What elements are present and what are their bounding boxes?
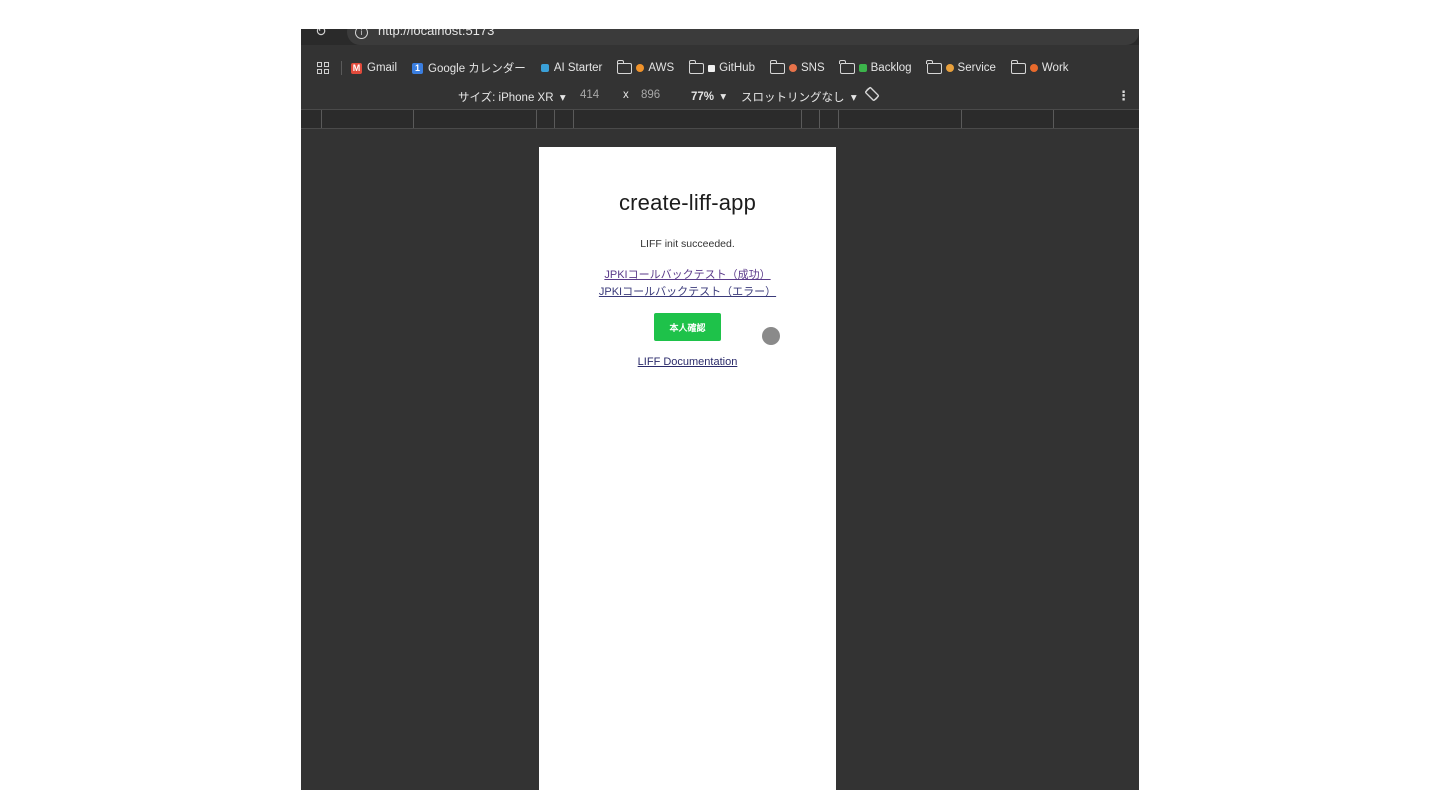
folder-icon [617,59,633,74]
folder-icon [1010,59,1026,74]
ai-starter-icon [540,64,549,72]
address-bar: ↻ i http://localhost:5173 [301,29,1139,45]
gmail-icon: M [351,62,362,74]
rainbow-icon [945,64,954,72]
bookmark-google-calendar[interactable]: 1 Google カレンダー [412,60,526,76]
chevron-down-icon: ▾ [847,92,857,104]
chevron-down-icon: ▾ [717,91,727,103]
calendar-icon: 1 [412,62,424,74]
bookmark-folder-aws[interactable]: AWS [617,59,675,74]
bookmarks-bar: M Gmail 1 Google カレンダー AI Starter AWS Gi… [301,55,1139,81]
identity-verification-button[interactable]: 本人確認 [654,313,721,341]
reload-icon[interactable]: ↻ [315,29,327,40]
bookmarks-divider [341,61,342,75]
liff-documentation-link[interactable]: LIFF Documentation [539,356,836,368]
folder-icon [769,59,785,74]
bookmark-folder-github[interactable]: GitHub [688,59,755,74]
width-input[interactable]: 414 [580,89,599,101]
check-box-icon [858,64,867,72]
device-select[interactable]: サイズ: iPhone XR ▾ [458,89,566,105]
page-title: create-liff-app [618,190,757,215]
media-query-ruler [301,109,1139,129]
throttle-select[interactable]: スロットリングなし ▾ [741,89,857,105]
device-viewport: create-liff-app LIFF init succeeded. JPK… [539,147,836,790]
bookmark-folder-sns[interactable]: SNS [769,59,825,74]
bookmark-label: Backlog [870,62,912,74]
zoom-value: 77% [691,91,715,103]
folder-icon [926,59,942,74]
device-size-label: サイズ: iPhone XR [458,92,554,104]
bookmark-folder-work[interactable]: Work [1010,59,1069,74]
bookmark-folder-service[interactable]: Service [926,59,996,74]
bookmark-ai-starter[interactable]: AI Starter [540,62,603,74]
dimension-separator: x [623,89,629,101]
browser-window: ↻ i http://localhost:5173 M Gmail 1 Goog… [301,29,1139,790]
device-toolbar: サイズ: iPhone XR ▾ 414 x 896 77% ▾ スロットリング… [301,84,1139,108]
init-status-text: LIFF init succeeded. [640,238,735,250]
sns-emoji-icon [788,64,797,72]
bookmark-label: Service [957,62,996,74]
bookmark-label: Work [1041,62,1069,74]
more-options-icon[interactable]: ⋮ [1117,88,1130,104]
bookmark-folder-backlog[interactable]: Backlog [839,59,912,74]
touch-cursor-indicator [762,327,780,345]
rotate-icon[interactable] [864,86,880,102]
url-text[interactable]: http://localhost:5173 [378,29,494,38]
chevron-down-icon: ▾ [556,92,566,104]
info-icon[interactable]: i [355,29,368,39]
github-square-icon [708,64,716,72]
throttle-label: スロットリングなし [741,92,845,104]
url-box[interactable]: i http://localhost:5173 [347,29,1139,45]
height-input[interactable]: 896 [641,89,660,101]
folder-icon [688,59,705,74]
apps-grid-icon[interactable] [317,61,330,75]
jpki-error-link[interactable]: JPKIコールバックテスト（エラー） [539,283,836,299]
bookmark-label: Gmail [367,62,398,74]
aws-emoji-icon [636,64,645,72]
jpki-success-link[interactable]: JPKIコールバックテスト（成功） [539,266,836,282]
zoom-select[interactable]: 77% ▾ [691,89,726,103]
bookmark-label: GitHub [719,62,755,74]
fire-icon [1029,64,1038,72]
bookmark-gmail[interactable]: M Gmail [351,62,397,74]
bookmark-label: AI Starter [553,62,603,74]
folder-icon [839,59,855,74]
bookmark-label: AWS [648,62,675,74]
bookmark-label: SNS [800,62,825,74]
bookmark-label: Google カレンダー [428,63,526,75]
